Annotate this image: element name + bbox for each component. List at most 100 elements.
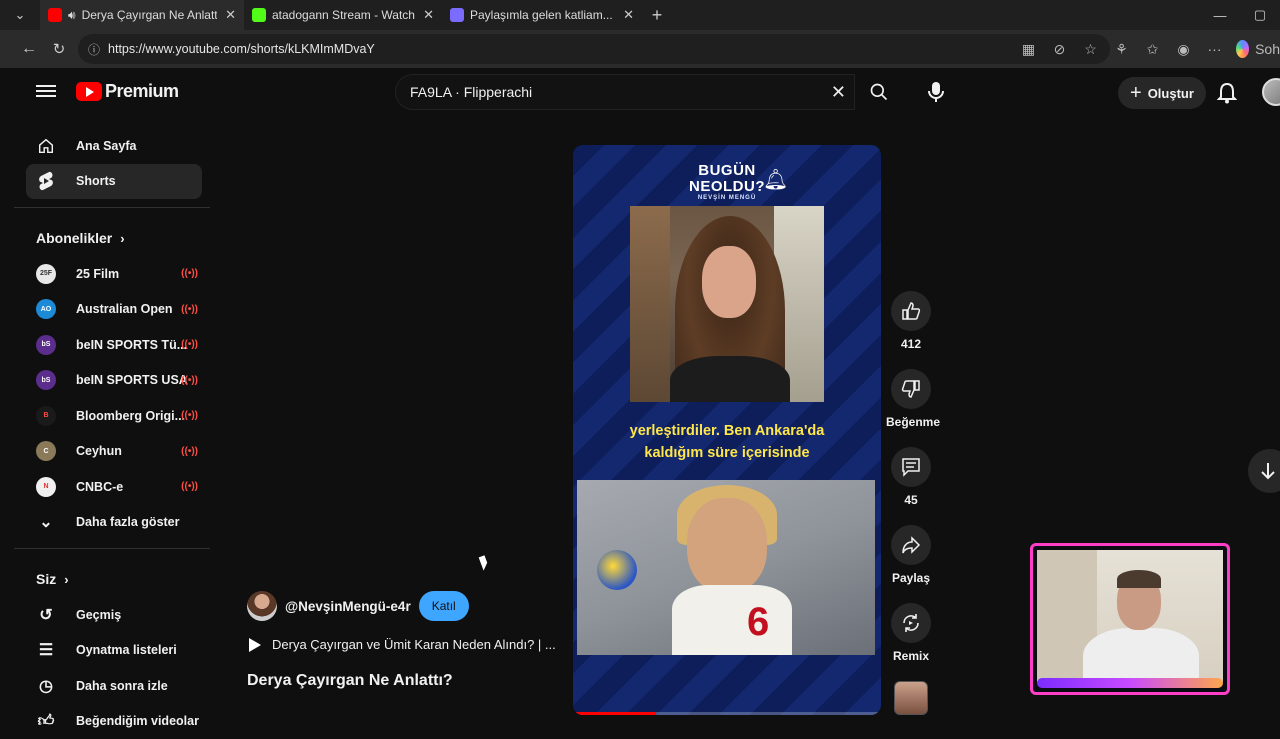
- favorite-star-icon[interactable]: ☆: [1075, 41, 1106, 58]
- shorts-icon: [36, 171, 56, 191]
- tab-title: Paylaşımla gelen katliam... Ada ile: [470, 8, 615, 22]
- show-more-button[interactable]: ⌄ Daha fazla göster: [14, 505, 214, 541]
- extensions-icon[interactable]: ⚘: [1106, 41, 1137, 58]
- search-icon: [869, 82, 889, 102]
- browser-tab-bar: ⌄ 🔊︎ Derya Çayırgan Ne Anlattı? - Y ✕ at…: [0, 0, 1280, 30]
- you-heading[interactable]: Siz ›: [14, 561, 214, 597]
- next-short-button[interactable]: [1248, 449, 1280, 493]
- browser-tab-ada[interactable]: Paylaşımla gelen katliam... Ada ile ✕: [442, 0, 642, 30]
- show-logo: BUGÜN NEOLDU? NEVŞİN MENGÜ: [573, 163, 881, 201]
- sidebar-item-history[interactable]: ↺ Geçmiş: [14, 597, 214, 633]
- dislike-button[interactable]: Beğenme: [886, 369, 936, 429]
- youtube-premium-logo[interactable]: Premium: [76, 81, 179, 102]
- notifications-bell-icon[interactable]: [1214, 80, 1240, 106]
- site-info-icon[interactable]: ⓘ: [88, 41, 100, 58]
- tab-close-icon[interactable]: ✕: [225, 7, 236, 23]
- speaker-icon[interactable]: 🔊︎: [68, 8, 76, 23]
- channel-avatar: C: [36, 441, 56, 461]
- search-button[interactable]: [856, 74, 902, 110]
- video-progress-track[interactable]: [573, 712, 881, 715]
- subscriptions-heading[interactable]: Abonelikler ›: [14, 220, 214, 256]
- webcam-feed: [1037, 550, 1223, 682]
- webcam-overlay: [1030, 543, 1230, 695]
- remix-button[interactable]: Remix: [886, 603, 936, 663]
- sidebar-item-label: Geçmiş: [76, 608, 121, 622]
- show-logo-line1: BUGÜN: [573, 163, 881, 179]
- channel-avatar: AO: [36, 299, 56, 319]
- jersey-number: 6: [747, 600, 769, 645]
- webcam-frame-bar: [1037, 678, 1223, 688]
- bell-icon: 🔔︎: [763, 167, 788, 192]
- share-button[interactable]: Paylaş: [886, 525, 936, 585]
- sidebar: Ana Sayfa Shorts Abonelikler › 25F 25 Fi…: [14, 118, 214, 720]
- voice-search-button[interactable]: [916, 74, 956, 110]
- menu-hamburger-icon[interactable]: [36, 82, 56, 102]
- search-query: FA9LA · Flipperachi: [410, 84, 532, 100]
- volleyball-player-photo: 6: [577, 480, 875, 655]
- search-input[interactable]: FA9LA · Flipperachi ✕: [395, 74, 855, 110]
- apps-icon[interactable]: ▦: [1013, 41, 1044, 58]
- new-tab-plus-icon[interactable]: +: [642, 5, 672, 26]
- show-logo-line2: NEOLDU?: [573, 179, 881, 195]
- sidebar-item-label: Oynatma listeleri: [76, 643, 177, 657]
- sidebar-channel-australian-open[interactable]: AO Australian Open ((•)): [14, 292, 214, 328]
- create-button[interactable]: + Oluştur: [1118, 77, 1206, 109]
- browser-tab-kick[interactable]: atadogann Stream - Watch Live or ✕: [244, 0, 442, 30]
- youtube-play-logo-icon: [76, 82, 102, 101]
- tab-close-icon[interactable]: ✕: [423, 7, 434, 23]
- browser-toolbar-icons: ▦ ⊘ ☆ ⚘ ✩ ◉ ··· Soh: [1013, 30, 1280, 68]
- reload-icon[interactable]: ↻: [44, 40, 74, 58]
- video-subtitle: yerleştirdiler. Ben Ankara'da kaldığım s…: [573, 420, 881, 464]
- playlists-icon: ☰: [36, 640, 56, 660]
- sidebar-channel-bein-usa[interactable]: bS beIN SPORTS USA ((•)): [14, 363, 214, 399]
- copilot-button[interactable]: Soh: [1230, 40, 1280, 58]
- like-count: 412: [886, 337, 936, 351]
- tab-actions-chevron-icon[interactable]: ⌄: [0, 0, 40, 30]
- sidebar-item-label: Daha sonra izle: [76, 679, 168, 693]
- sidebar-item-playlists[interactable]: ☰ Oynatma listeleri: [14, 633, 214, 669]
- sidebar-divider: [14, 548, 210, 549]
- channel-handle[interactable]: @NevşinMengü-e4r: [285, 599, 411, 614]
- shorts-video-player[interactable]: BUGÜN NEOLDU? NEVŞİN MENGÜ 🔔︎ yerleştird…: [573, 145, 881, 715]
- sidebar-channel-bloomberg[interactable]: B Bloomberg Origi... ((•)): [14, 398, 214, 434]
- minimize-icon[interactable]: —: [1200, 0, 1240, 30]
- tab-title: Derya Çayırgan Ne Anlattı? - Y: [82, 8, 218, 22]
- more-menu-icon[interactable]: ···: [1199, 41, 1230, 57]
- subtitle-line-1: yerleştirdiler. Ben Ankara'da: [573, 420, 881, 442]
- channel-avatar[interactable]: [247, 591, 277, 621]
- sidebar-item-shorts[interactable]: Shorts: [26, 164, 202, 200]
- sidebar-channel-bein-tr[interactable]: bS beIN SPORTS Tü... ((•)): [14, 327, 214, 363]
- tracking-prevention-icon[interactable]: ⊘: [1044, 41, 1075, 58]
- url-field[interactable]: ⓘ https://www.youtube.com/shorts/kLKMImM…: [78, 34, 1110, 64]
- sound-thumbnail[interactable]: [894, 681, 928, 715]
- window-controls: — ▢: [1200, 0, 1280, 30]
- clear-search-icon[interactable]: ✕: [831, 82, 846, 103]
- sidebar-item-label: Beğendiğim videolar: [76, 714, 199, 728]
- browser-address-bar: ← ↻ ⓘ https://www.youtube.com/shorts/kLK…: [0, 30, 1280, 68]
- back-arrow-icon[interactable]: ←: [14, 40, 44, 58]
- browser-tab-youtube[interactable]: 🔊︎ Derya Çayırgan Ne Anlattı? - Y ✕: [40, 0, 244, 30]
- live-indicator-icon: ((•)): [181, 375, 198, 386]
- share-arrow-icon: [891, 525, 931, 565]
- sidebar-channel-cnbc-e[interactable]: N CNBC-e ((•)): [14, 469, 214, 505]
- account-avatar[interactable]: [1262, 78, 1280, 106]
- youtube-header: Premium FA9LA · Flipperachi ✕ + Oluştur: [0, 68, 1280, 118]
- like-button[interactable]: 412: [886, 291, 936, 351]
- sidebar-channel-25-film[interactable]: 25F 25 Film ((•)): [14, 256, 214, 292]
- arrow-down-icon: [1260, 462, 1276, 480]
- sidebar-item-watch-later[interactable]: ◷ Daha sonra izle: [14, 668, 214, 704]
- sidebar-item-liked-videos[interactable]: 👍︎ Beğendiğim videolar: [14, 704, 214, 739]
- channel-name: beIN SPORTS Tü...: [76, 338, 187, 352]
- thumbs-up-icon: [891, 291, 931, 331]
- sidebar-channel-ceyhun[interactable]: C Ceyhun ((•)): [14, 434, 214, 470]
- join-button[interactable]: Katıl: [419, 591, 469, 621]
- favorites-icon[interactable]: ✩: [1137, 41, 1168, 58]
- maximize-icon[interactable]: ▢: [1240, 0, 1280, 30]
- microphone-icon: [927, 81, 945, 103]
- history-icon: ↺: [36, 605, 56, 625]
- playlist-link[interactable]: Derya Çayırgan ve Ümit Karan Neden Alınd…: [249, 637, 556, 652]
- profile-avatar-icon[interactable]: ◉: [1168, 41, 1199, 58]
- tab-close-icon[interactable]: ✕: [623, 7, 634, 23]
- comments-button[interactable]: 45: [886, 447, 936, 507]
- sidebar-item-home[interactable]: Ana Sayfa: [14, 128, 214, 164]
